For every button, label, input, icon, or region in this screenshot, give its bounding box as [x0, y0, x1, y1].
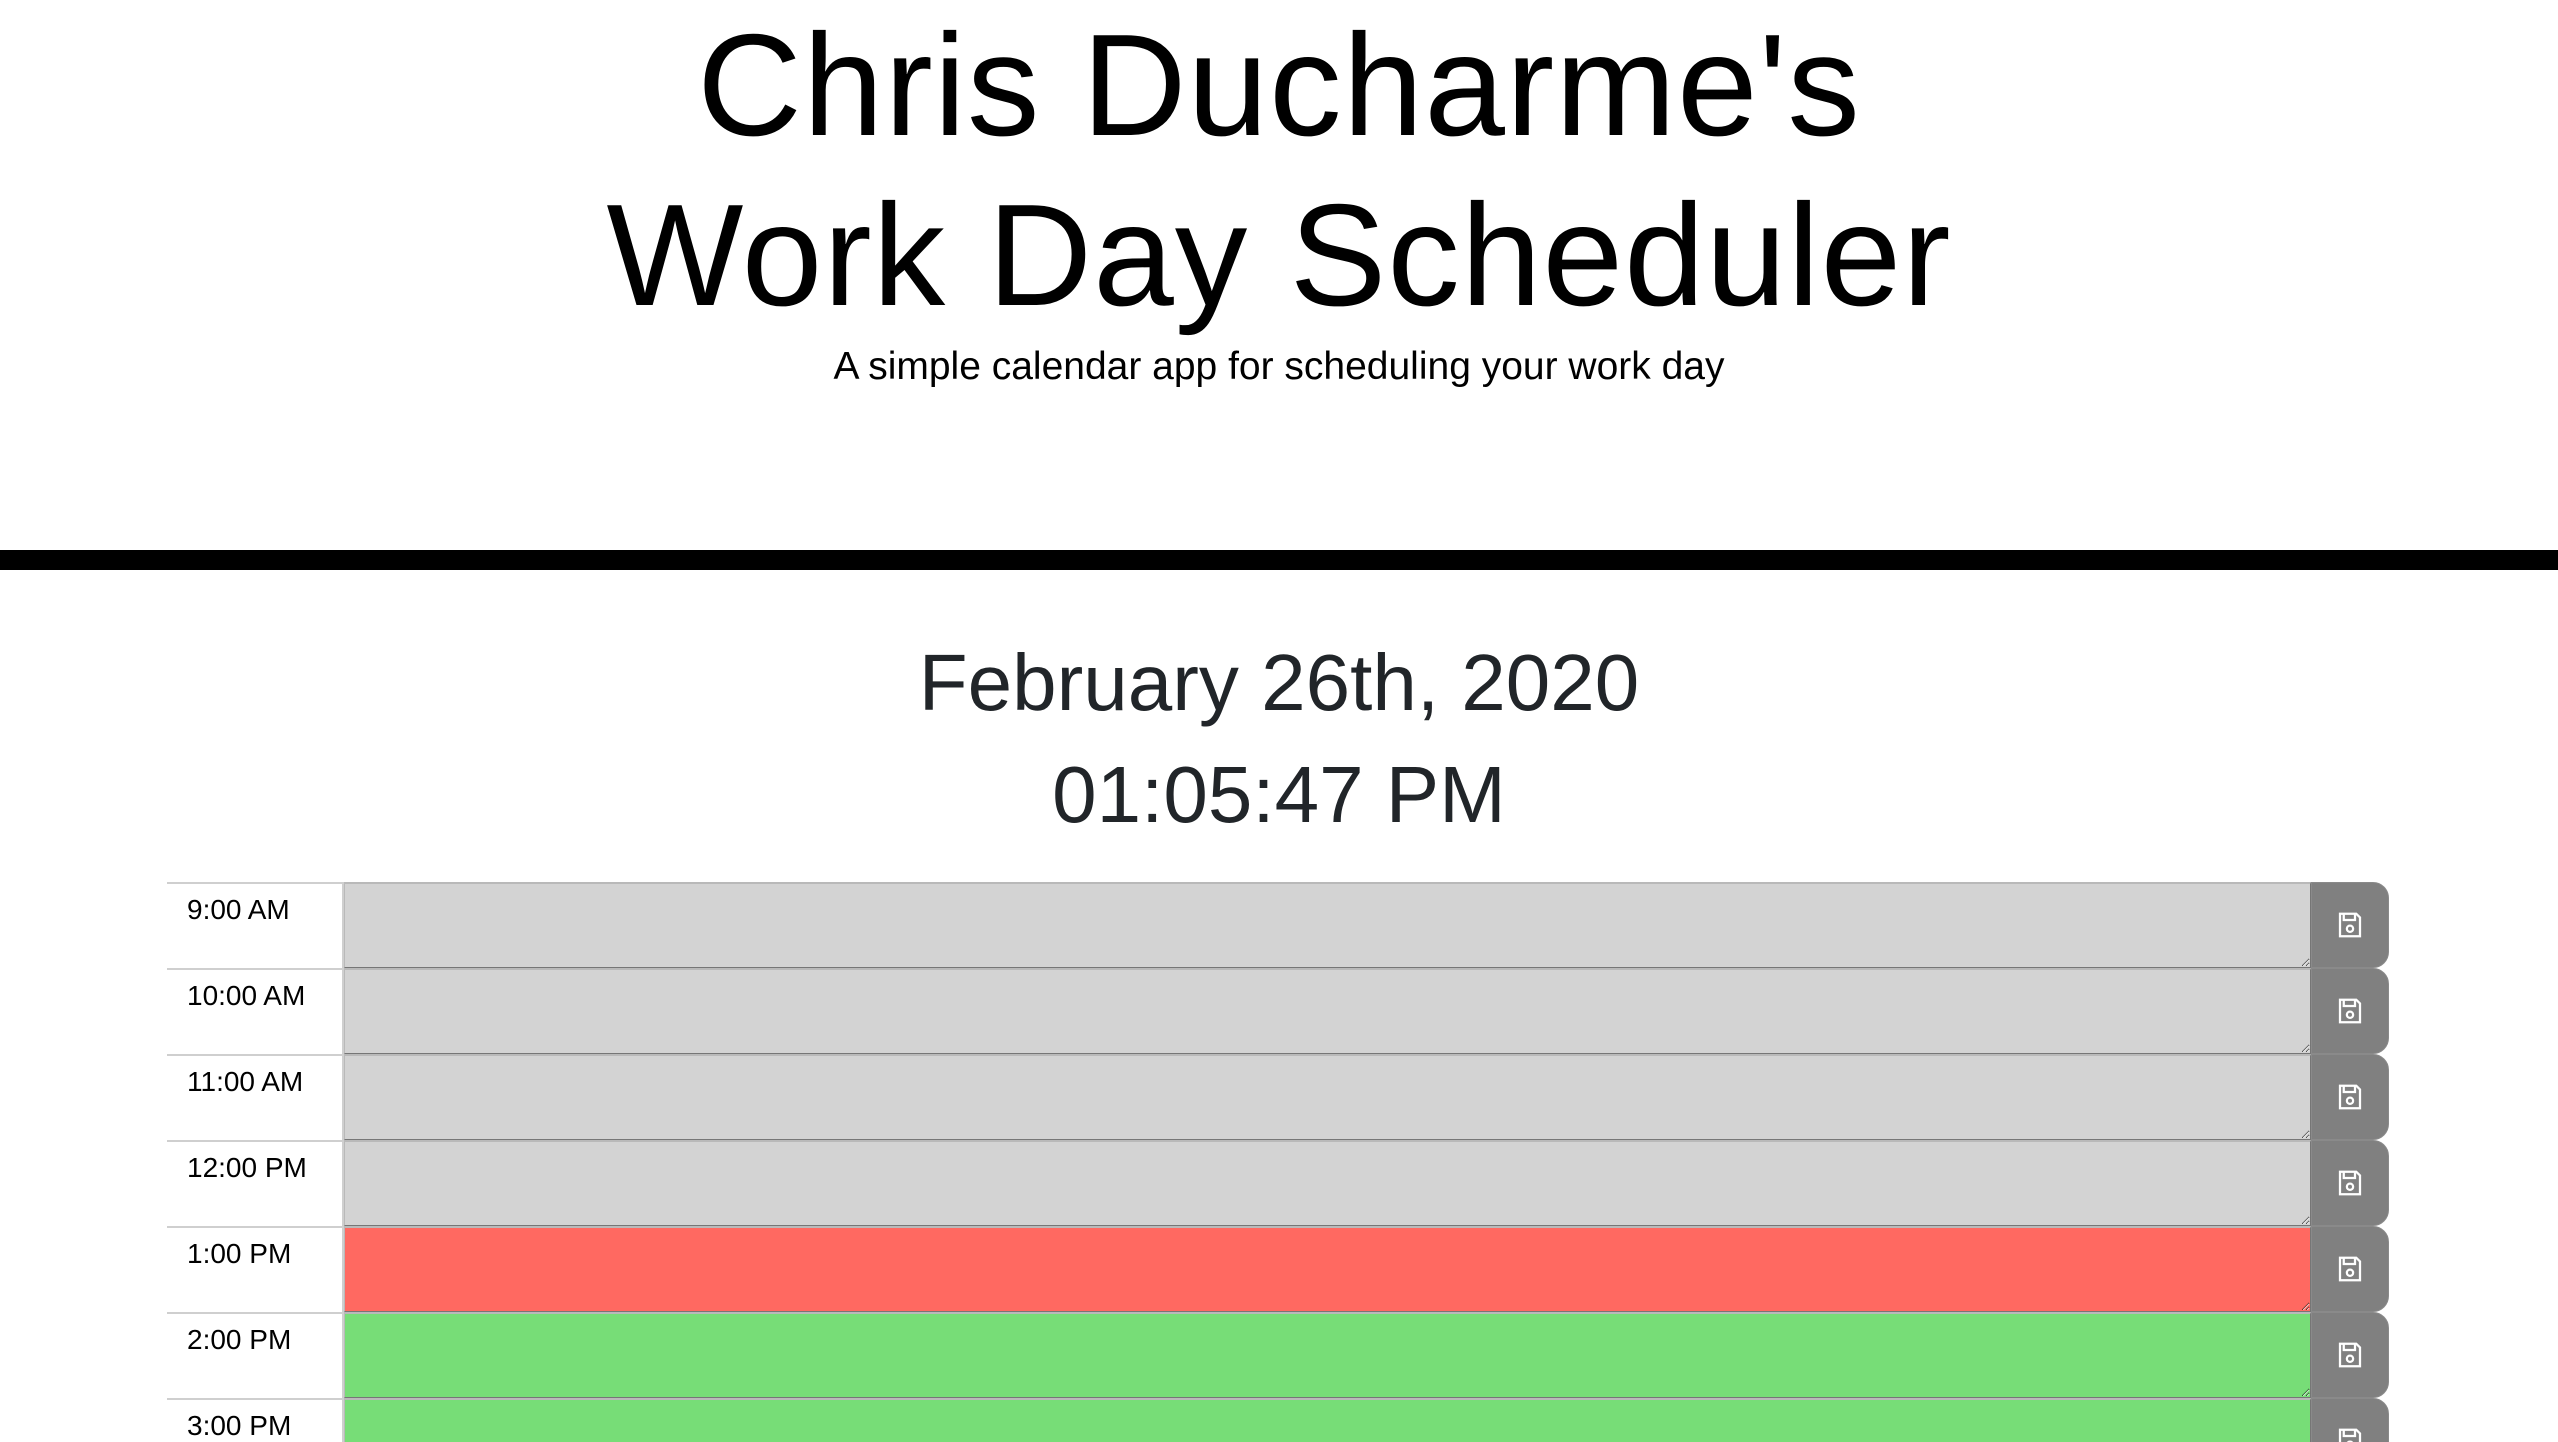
header: Chris Ducharme's Work Day Scheduler A si… — [0, 0, 2558, 550]
hour-label: 12:00 PM — [167, 1140, 344, 1226]
save-button[interactable] — [2311, 968, 2389, 1054]
time-block-row: 10:00 AM — [167, 968, 2389, 1054]
floppy-disk-icon — [2338, 1342, 2362, 1368]
save-button[interactable] — [2311, 1054, 2389, 1140]
time-block-input[interactable] — [344, 1398, 2311, 1442]
subtitle: A simple calendar app for scheduling you… — [833, 345, 1725, 388]
time-block-input[interactable] — [344, 968, 2311, 1054]
time-block-input[interactable] — [344, 882, 2311, 968]
floppy-disk-icon — [2338, 1170, 2362, 1196]
time-block-row: 12:00 PM — [167, 1140, 2389, 1226]
save-button[interactable] — [2311, 1226, 2389, 1312]
floppy-disk-icon — [2338, 1428, 2362, 1442]
current-time: 01:05:47 PM — [1052, 750, 1506, 839]
time-block-row: 3:00 PM — [167, 1398, 2389, 1442]
title-line-2: Work Day Scheduler — [606, 174, 1952, 336]
time-block-input[interactable] — [344, 1140, 2311, 1226]
time-block-row: 9:00 AM — [167, 882, 2389, 968]
floppy-disk-icon — [2338, 998, 2362, 1024]
floppy-disk-icon — [2338, 1084, 2362, 1110]
floppy-disk-icon — [2338, 912, 2362, 938]
save-button[interactable] — [2311, 882, 2389, 968]
save-button[interactable] — [2311, 1312, 2389, 1398]
header-divider — [0, 550, 2558, 570]
page-title: Chris Ducharme's Work Day Scheduler — [0, 0, 2558, 340]
hour-label: 11:00 AM — [167, 1054, 344, 1140]
hour-label: 1:00 PM — [167, 1226, 344, 1312]
current-date: February 26th, 2020 — [918, 638, 1640, 727]
save-button[interactable] — [2311, 1398, 2389, 1442]
hour-label: 3:00 PM — [167, 1398, 344, 1442]
time-block-row: 1:00 PM — [167, 1226, 2389, 1312]
hour-label: 10:00 AM — [167, 968, 344, 1054]
floppy-disk-icon — [2338, 1256, 2362, 1282]
schedule: 9:00 AM 10:00 AM 11:00 AM 12:00 PM 1:00 … — [167, 882, 2389, 1442]
page: Chris Ducharme's Work Day Scheduler A si… — [0, 0, 2558, 1442]
time-block-input[interactable] — [344, 1054, 2311, 1140]
hour-label: 2:00 PM — [167, 1312, 344, 1398]
hour-label: 9:00 AM — [167, 882, 344, 968]
time-block-input[interactable] — [344, 1312, 2311, 1398]
time-block-row: 11:00 AM — [167, 1054, 2389, 1140]
time-block-row: 2:00 PM — [167, 1312, 2389, 1398]
time-block-input[interactable] — [344, 1226, 2311, 1312]
save-button[interactable] — [2311, 1140, 2389, 1226]
title-line-1: Chris Ducharme's — [697, 4, 1861, 166]
